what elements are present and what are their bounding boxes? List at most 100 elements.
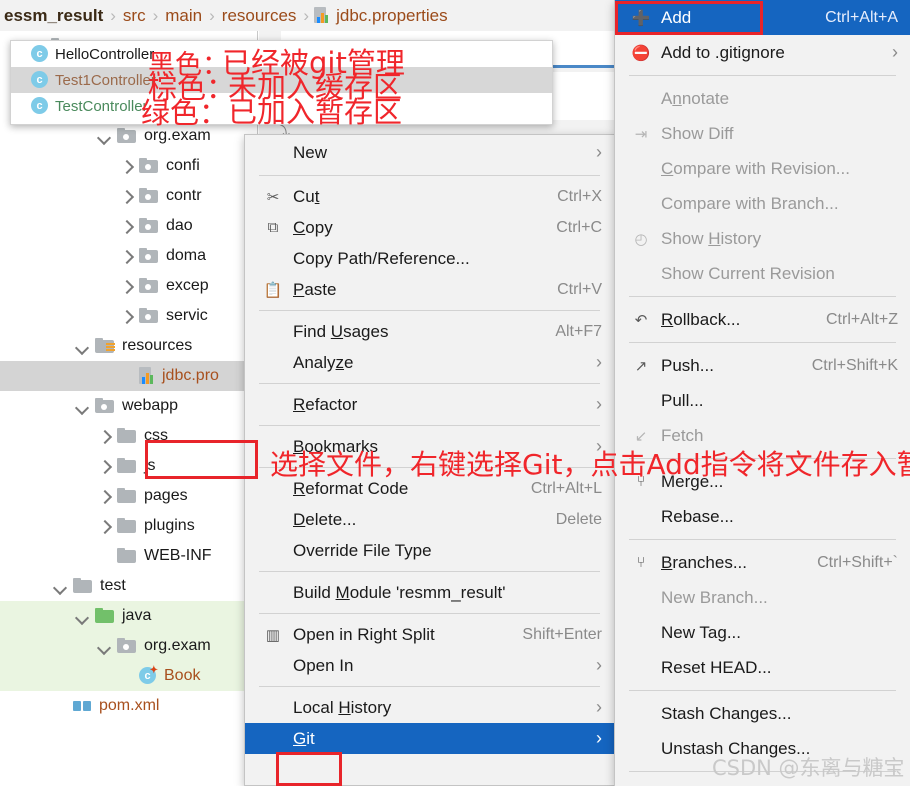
chevron-right-icon[interactable] [120,279,134,293]
tree-row-label: webapp [122,397,179,414]
context-menu-item[interactable]: ▥ Open in Right Split Shift+Enter [245,619,614,650]
chevron-down-icon[interactable] [98,129,112,143]
file-context-menu[interactable]: New › ✂ Cut Ctrl+X ⧉ Copy Ctrl+C Copy Path/Refer… [244,134,615,786]
chevron-down-icon[interactable] [54,579,68,593]
chevron-right-icon[interactable] [98,489,112,503]
context-menu-item[interactable]: Delete... Delete [245,504,614,535]
git-menu-item[interactable]: ⑂ Merge... [615,464,910,499]
chevron-down-icon[interactable] [76,399,90,413]
controller-list-item[interactable]: c Test1Controller [11,67,552,93]
git-menu-item[interactable]: Pull... [615,383,910,418]
context-menu-item[interactable]: ✂ Cut Ctrl+X [245,181,614,212]
tree-row[interactable]: plugins [0,511,257,541]
folder-package-icon [139,218,159,234]
tree-row[interactable]: resources [0,331,257,361]
git-menu-item[interactable]: ➕ Add Ctrl+Alt+A [615,0,910,35]
chevron-right-icon[interactable] [120,219,134,233]
context-menu-item[interactable]: Refactor › [245,389,614,420]
git-menu-item[interactable]: New Tag... [615,615,910,650]
git-menu-item[interactable]: ⛔ Add to .gitignore › [615,35,910,70]
controller-list-item[interactable]: c TestController [11,93,552,119]
context-menu-item-label: Analyze [293,352,354,372]
folder-grey-icon [117,518,137,534]
breadcrumb-separator: › [110,5,116,25]
folder-package-icon [139,308,159,324]
folder-package-icon [139,278,159,294]
git-menu-item[interactable]: Unstash Changes... [615,731,910,766]
git-menu-item[interactable]: ↗ Push... Ctrl+Shift+K [615,348,910,383]
tree-row[interactable]: servic [0,301,257,331]
context-menu-item-label: Copy Path/Reference... [293,248,470,268]
context-menu-item[interactable]: Find Usages Alt+F7 [245,316,614,347]
tree-row[interactable]: pages [0,481,257,511]
git-menu-item: Compare with Revision... [615,151,910,186]
tree-row-label: excep [166,277,209,294]
folder-grey-icon [73,578,93,594]
git-submenu[interactable]: ➕ Add Ctrl+Alt+A ⛔ Add to .gitignore › Annotat… [614,0,910,786]
breadcrumb-item[interactable]: resources [220,6,299,26]
tree-row[interactable]: org.exam [0,631,257,661]
tree-row[interactable]: js [0,451,257,481]
chevron-right-icon[interactable] [98,519,112,533]
tree-row[interactable]: jdbc.pro [0,361,257,391]
chevron-right-icon[interactable] [98,459,112,473]
context-menu-item[interactable]: Bookmarks › [245,431,614,462]
context-menu-item[interactable]: Reformat Code Ctrl+Alt+L [245,473,614,504]
context-menu-item[interactable]: Analyze › [245,347,614,378]
tree-row[interactable]: org.exam [0,121,257,151]
tree-row[interactable]: css [0,421,257,451]
project-tree[interactable]: srcmainjavaorg.examconficontrdaodomaexce… [0,31,258,786]
breadcrumb-item[interactable]: essm_result [2,6,105,26]
git-menu-item[interactable]: Rebase... [615,499,910,534]
chevron-right-icon[interactable] [98,429,112,443]
controllers-popup[interactable]: c HelloController c Test1Controller c TestCon… [10,40,553,125]
context-menu-item[interactable]: Git › [245,723,614,754]
git-menu-item[interactable]: Reset HEAD... [615,650,910,685]
tree-row[interactable]: contr [0,181,257,211]
context-menu-item[interactable]: New › [245,135,614,170]
context-menu-item[interactable]: Open In › [245,650,614,681]
tree-row-label: plugins [144,517,195,534]
context-menu-item[interactable]: Override File Type [245,535,614,566]
context-menu-item[interactable]: ⧉ Copy Ctrl+C [245,212,614,243]
tree-row[interactable]: confi [0,151,257,181]
chevron-down-icon[interactable] [76,609,90,623]
controller-list-item[interactable]: c HelloController [11,41,552,67]
context-menu-item[interactable]: Copy Path/Reference... [245,243,614,274]
tree-row[interactable]: excep [0,271,257,301]
tree-row[interactable]: doma [0,241,257,271]
menu-separator [629,690,896,691]
git-menu-item[interactable]: Stash Changes... [615,696,910,731]
tree-row[interactable]: dao [0,211,257,241]
controller-list-item-label: HelloController [55,45,155,63]
menu-separator [629,296,896,297]
tree-row[interactable]: c ✦ Book [0,661,257,691]
tree-row[interactable]: webapp [0,391,257,421]
context-menu-item[interactable]: Build Module 'resmm_result' [245,577,614,608]
git-menu-item[interactable]: Manage Remotes... [615,777,910,786]
chevron-right-icon[interactable] [120,159,134,173]
properties-file-icon [314,7,330,24]
chevron-right-icon[interactable] [120,249,134,263]
context-menu-item[interactable]: Local History › [245,692,614,723]
git-menu-item[interactable]: ↶ Rollback... Ctrl+Alt+Z [615,302,910,337]
tree-row[interactable]: WEB-INF [0,541,257,571]
breadcrumb-item[interactable]: jdbc.properties [334,6,450,26]
chevron-right-icon[interactable] [120,309,134,323]
tree-row[interactable]: pom.xml [0,691,257,721]
chevron-down-icon[interactable] [76,339,90,353]
git-menu-item[interactable]: ⑂ Branches... Ctrl+Shift+` [615,545,910,580]
git-menu-item-label: Annotate [661,88,730,108]
context-menu-item-label: Find Usages [293,321,389,341]
breadcrumb-item[interactable]: main [163,6,204,26]
git-menu-item-label: Merge... [661,471,724,491]
tree-row-label: pages [144,487,188,504]
chevron-down-icon[interactable] [98,639,112,653]
tree-row[interactable]: java [0,601,257,631]
chevron-right-icon: › [596,655,602,675]
tree-row[interactable]: test [0,571,257,601]
breadcrumb-item[interactable]: src [121,6,148,26]
context-menu-item[interactable]: 📋 Paste Ctrl+V [245,274,614,305]
chevron-right-icon[interactable] [120,189,134,203]
